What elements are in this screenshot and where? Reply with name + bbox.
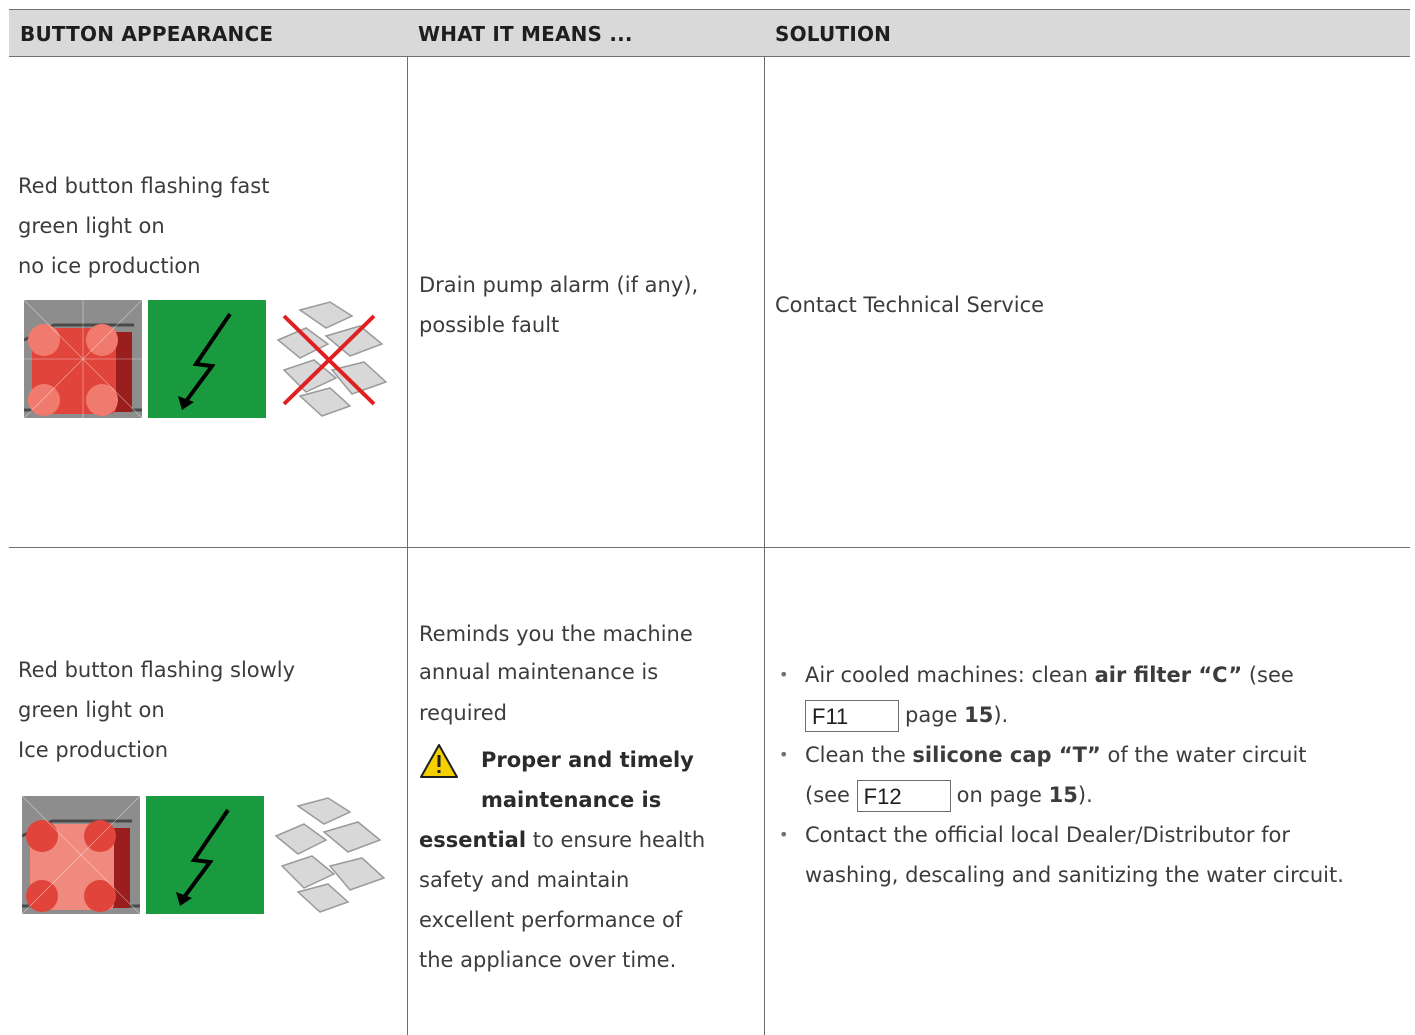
row1-appearance-line3: no ice production [18, 254, 201, 278]
row-divider [9, 547, 1410, 548]
table-header: BUTTON APPEARANCE WHAT IT MEANS ... SOLU… [9, 10, 1410, 56]
red-button-icon [24, 300, 142, 418]
row1-appearance-line1: Red button flashing fast [18, 174, 270, 198]
warning-icon [420, 744, 458, 778]
power-lightning-icon [148, 300, 266, 418]
red-button-icon [22, 796, 140, 914]
column-divider-1 [407, 57, 408, 1035]
warning-line2: maintenance is [481, 788, 662, 812]
list-item: Contact the official local Dealer/Distri… [775, 815, 1385, 895]
column-divider-2 [764, 57, 765, 1035]
ice-icon [268, 796, 386, 914]
warning-line1: Proper and timely [481, 748, 694, 772]
row2-meaning-line2: annual maintenance is [419, 660, 659, 684]
power-lightning-icon [146, 796, 264, 914]
row1-appearance-line2: green light on [18, 214, 165, 238]
row2-appearance-line2: green light on [18, 698, 165, 722]
row2-meaning-line1: Reminds you the machine [419, 622, 693, 646]
no-ice-icon [270, 300, 388, 418]
row2-appearance-line3: Ice production [18, 738, 169, 762]
row2-meaning-line8: excellent performance of [419, 908, 683, 932]
header-bottom-border [9, 56, 1410, 57]
row2-appearance-line1: Red button flashing slowly [18, 658, 296, 682]
header-solution: SOLUTION [775, 22, 892, 46]
row1-solution: Contact Technical Service [775, 293, 1045, 317]
figure-reference-f11: F11 [805, 700, 899, 732]
list-item: Air cooled machines: clean air filter “C… [775, 655, 1385, 735]
row2-meaning-line6: essential to ensure health [419, 828, 706, 852]
header-what-it-means: WHAT IT MEANS ... [418, 22, 633, 46]
list-item: Clean the silicone cap “T” of the water … [775, 735, 1385, 815]
row1-meaning-line2: possible fault [419, 313, 560, 337]
header-button-appearance: BUTTON APPEARANCE [20, 22, 274, 46]
row2-meaning-line7: safety and maintain [419, 868, 630, 892]
figure-reference-f12: F12 [856, 780, 951, 812]
row2-meaning-line9: the appliance over time. [419, 948, 677, 972]
row2-solution-list: Air cooled machines: clean air filter “C… [775, 655, 1385, 895]
row1-meaning-line1: Drain pump alarm (if any), [419, 273, 699, 297]
row2-meaning-line3: required [419, 701, 507, 725]
